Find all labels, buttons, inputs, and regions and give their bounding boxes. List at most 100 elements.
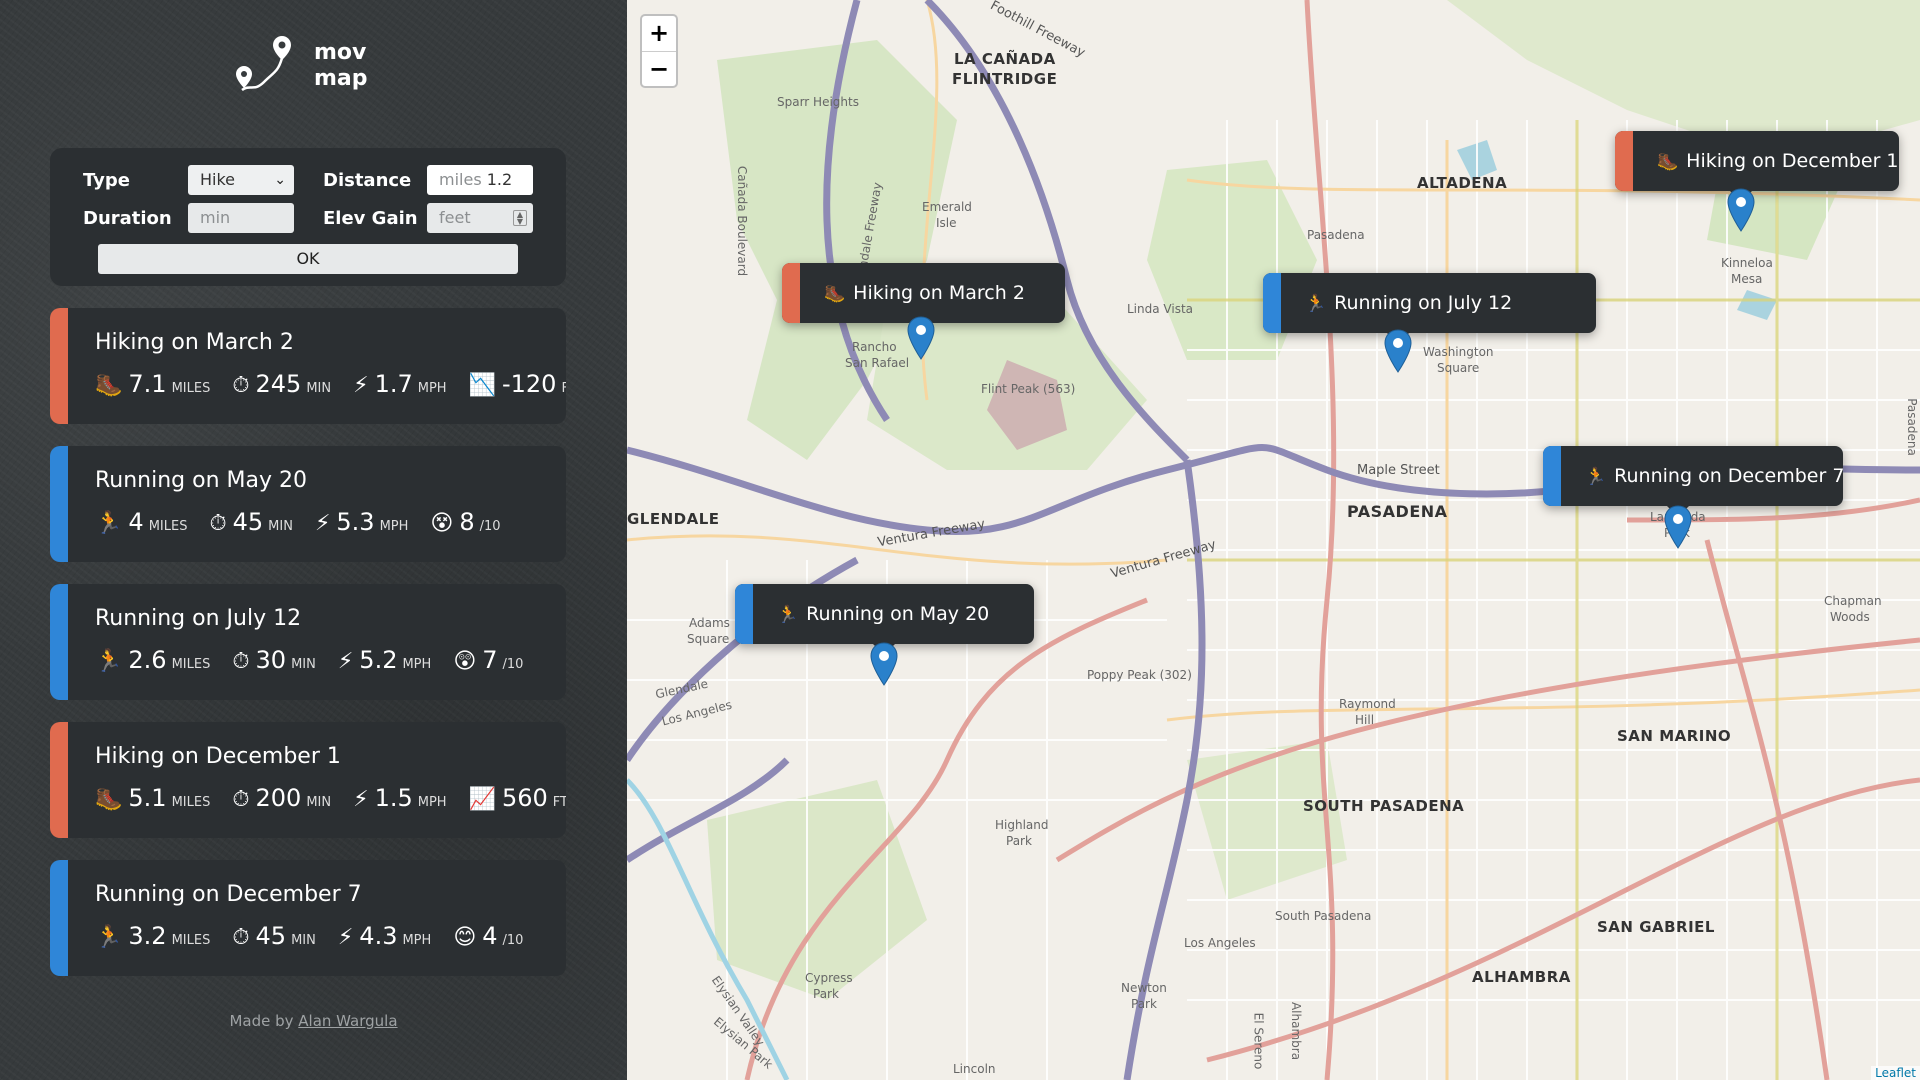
stat-value: 2.6: [128, 646, 167, 674]
map-popup[interactable]: 🏃 Running on May 20: [735, 584, 1034, 644]
workout-card[interactable]: Hiking on December 1 🥾 5.1 MILES ⏱ 200 MIN ⚡ 1.5…: [50, 722, 566, 838]
stat-value: 8: [459, 508, 475, 536]
stat-unit: FT: [561, 381, 566, 396]
workout-type-bar: [50, 446, 68, 562]
label-san-marino: SAN MARINO: [1617, 727, 1732, 745]
elev-gain-label: Elev Gain: [323, 208, 418, 229]
workout-stat: ⚡ 5.3 MPH: [315, 508, 408, 536]
stat-value: 5.2: [359, 646, 398, 674]
zoom-out-button[interactable]: −: [642, 51, 676, 86]
popup-content: 🏃 Running on December 7: [1585, 446, 1843, 506]
workout-type-bar: [50, 860, 68, 976]
map-marker-icon[interactable]: [1383, 329, 1413, 373]
author-link[interactable]: Alan Wargula: [298, 1012, 397, 1030]
map[interactable]: LA CAÑADA FLINTRIDGE ALTADENA PASADENA G…: [627, 0, 1920, 1080]
map-marker-icon[interactable]: [906, 316, 936, 360]
stat-value: 45: [255, 922, 287, 950]
workout-card[interactable]: Hiking on March 2 🥾 7.1 MILES ⏱ 245 MIN ⚡ 1.7 MPH…: [50, 308, 566, 424]
label-flintridge: FLINTRIDGE: [952, 70, 1058, 88]
sidebar: mov map Type Hike ⌄ Distance miles 1.2 D…: [0, 0, 627, 1080]
workout-type-bar: [50, 722, 68, 838]
workout-stat: 😊 4/10: [453, 922, 523, 950]
map-marker-icon[interactable]: [1663, 505, 1693, 549]
stat-value: 560: [501, 784, 548, 812]
zoom-in-button[interactable]: +: [642, 16, 676, 51]
logo-line-1: mov: [314, 40, 367, 65]
label-adams-square: Square: [687, 632, 730, 646]
label-adams: Adams: [689, 616, 730, 630]
workout-stat: ⏱ 45 MIN: [209, 508, 293, 536]
popup-type-bar: [735, 584, 753, 644]
label-south-pasadena-small: South Pasadena: [1275, 909, 1372, 923]
stat-value: 30: [255, 646, 287, 674]
attribution-link[interactable]: Leaflet: [1871, 1066, 1920, 1080]
label-san-rafael: San Rafael: [845, 356, 910, 370]
distance-value: 1.2: [486, 170, 513, 189]
workout-card[interactable]: Running on July 12 🏃 2.6 MILES ⏱ 30 MIN ⚡ 5.2 MPH…: [50, 584, 566, 700]
runner-icon: 🏃: [95, 925, 123, 950]
label-highland: Highland: [995, 818, 1049, 832]
map-popup[interactable]: 🏃 Running on July 12: [1263, 273, 1596, 333]
hiking-boot-icon: 🥾: [824, 284, 846, 304]
stat-unit: MIN: [306, 795, 332, 810]
popup-title: Running on May 20: [806, 603, 990, 625]
elev-gain-input[interactable]: feet ▲ ▼: [427, 203, 533, 233]
stat-unit: MPH: [402, 657, 432, 672]
label-rancho: Rancho: [852, 340, 897, 354]
chevron-down-icon: ⌄: [274, 172, 286, 188]
smiling-face-icon: 😊: [453, 925, 477, 950]
map-popup[interactable]: 🥾 Hiking on December 1: [1615, 131, 1899, 191]
hiking-boot-icon: 🥾: [1657, 152, 1679, 172]
popup-title: Running on December 7: [1614, 465, 1843, 487]
workout-stats: 🥾7.1 MILES ⏱245 MIN ⚡1.7 MPH 📉-120 FT: [95, 370, 566, 404]
label-chapman: Chapman: [1824, 594, 1882, 608]
astonished-face-icon: 😵: [430, 511, 454, 536]
chart-decreasing-icon: 📉: [468, 373, 496, 398]
stat-unit: MPH: [402, 933, 432, 948]
workout-card[interactable]: Running on December 7 🏃 3.2 MILES ⏱ 45 MIN ⚡ 4.3…: [50, 860, 566, 976]
label-south-pasadena: SOUTH PASADENA: [1303, 797, 1465, 815]
elev-gain-placeholder: feet: [439, 208, 471, 227]
ok-button[interactable]: OK: [98, 244, 518, 274]
stat-value: 7.1: [128, 370, 167, 398]
stat-unit: MILES: [171, 795, 211, 810]
duration-placeholder: min: [200, 208, 231, 227]
label-pasadena: PASADENA: [1347, 502, 1448, 521]
stat-value: 1.7: [374, 370, 413, 398]
label-newton-park: Park: [1131, 997, 1157, 1011]
workout-title: Hiking on March 2: [95, 330, 294, 355]
lightning-icon: ⚡: [314, 511, 331, 536]
astonished-face-icon: 😲: [453, 649, 477, 674]
duration-label: Duration: [83, 208, 172, 229]
spinner-arrows-icon[interactable]: ▲ ▼: [513, 210, 527, 226]
label-raymond-hill: Hill: [1355, 713, 1375, 727]
label-alhambra-street: Alhambra: [1289, 1001, 1304, 1061]
logo-wordmark: mov map: [314, 40, 368, 92]
map-marker-icon[interactable]: [1726, 188, 1756, 232]
label-san-gabriel: SAN GABRIEL: [1597, 918, 1715, 936]
map-marker-icon[interactable]: [869, 642, 899, 686]
workout-stats: 🏃 2.6 MILES ⏱ 30 MIN ⚡ 5.2 MPH 😲 7/10: [95, 646, 545, 680]
label-la-canada: LA CAÑADA: [954, 50, 1056, 68]
distance-label: Distance: [323, 170, 412, 191]
label-pasadena-side: Pasadena: [1904, 398, 1919, 456]
workout-stat: ⚡ 1.7 MPH: [353, 370, 446, 398]
map-popup[interactable]: 🏃 Running on December 7: [1543, 446, 1843, 506]
workout-form: Type Hike ⌄ Distance miles 1.2 Duration …: [50, 148, 566, 286]
workout-card[interactable]: Running on May 20 🏃 4 MILES ⏱ 45 MIN ⚡ 5.3 MPH 😵 8/…: [50, 446, 566, 562]
label-isle: Isle: [936, 216, 957, 230]
footer-prefix: Made by: [229, 1012, 294, 1030]
workout-title: Running on July 12: [95, 606, 302, 631]
stat-value: 4: [482, 922, 498, 950]
stopwatch-icon: ⏱: [232, 649, 250, 674]
stat-value: 200: [255, 784, 302, 812]
lightning-icon: ⚡: [337, 649, 354, 674]
stat-unit: FT: [552, 795, 566, 810]
distance-input[interactable]: miles 1.2: [427, 165, 533, 195]
runner-icon: 🏃: [777, 605, 799, 625]
label-el-sereno: El Sereno: [1251, 1012, 1266, 1070]
workout-type-bar: [50, 308, 68, 424]
duration-input[interactable]: min: [188, 203, 294, 233]
type-select[interactable]: Hike ⌄: [188, 165, 294, 195]
map-popup[interactable]: 🥾 Hiking on March 2: [782, 263, 1065, 323]
